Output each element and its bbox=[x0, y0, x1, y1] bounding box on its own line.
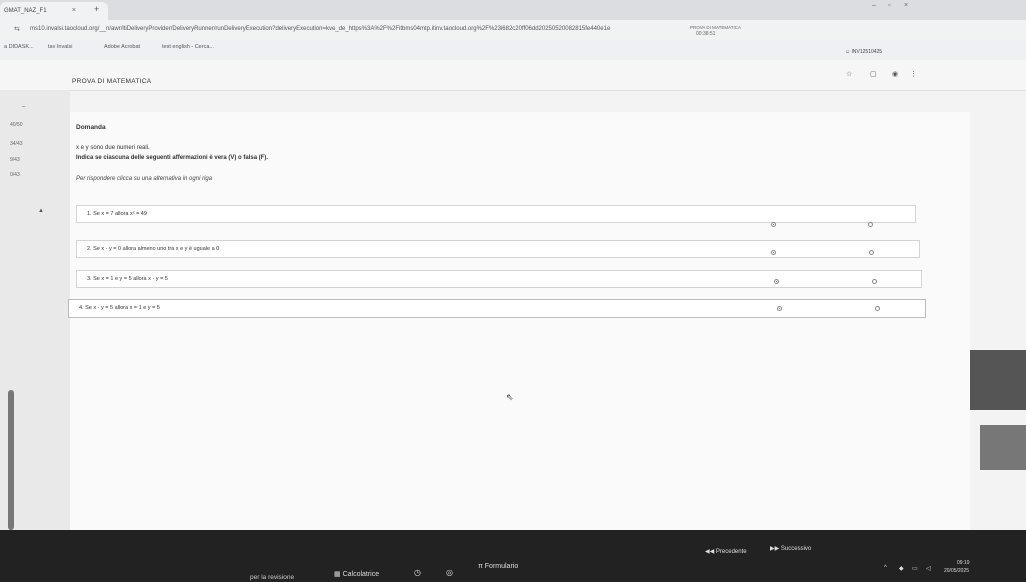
tab-title: GMAT_NAZ_F1 bbox=[4, 8, 47, 14]
collapse-icon[interactable]: – bbox=[22, 104, 25, 110]
background-shadow bbox=[970, 350, 1026, 410]
browser-tab[interactable]: GMAT_NAZ_F1 × bbox=[0, 2, 108, 20]
sidebar-item[interactable]: 0/43 bbox=[10, 172, 20, 178]
clock-date: 20/05/2025 bbox=[944, 568, 970, 574]
tab-close-icon[interactable]: × bbox=[72, 2, 76, 20]
statement-text: 4. Se x · y = 5 allora x = 1 e y = 5 bbox=[79, 305, 160, 311]
address-bar[interactable]: ⇆ ms10.invalsi.taocloud.org/__n/awr/ltiD… bbox=[0, 20, 1026, 40]
pi-icon: π bbox=[478, 563, 485, 570]
answer-row: 2. Se x · y = 0 allora almeno uno tra x … bbox=[76, 240, 920, 258]
timer: 00:38:51 bbox=[696, 31, 716, 37]
site-info-icon[interactable]: ⇆ bbox=[14, 25, 20, 33]
forward-icon: ▶▶ bbox=[770, 546, 781, 552]
review-button[interactable]: per la revisione bbox=[250, 574, 294, 581]
timer-icon[interactable]: ◷ bbox=[414, 568, 421, 577]
question-hint: Per rispondere clicca su una alternativa… bbox=[76, 176, 213, 182]
radio-v-row4[interactable] bbox=[777, 306, 782, 311]
sidebar-item[interactable]: 34/43 bbox=[10, 141, 23, 147]
bookmark-item[interactable]: tav Invalsi bbox=[48, 44, 72, 50]
statement-text: 1. Se x = 7 allora x² = 49 bbox=[87, 211, 147, 217]
calculator-button[interactable]: ▦ Calcolatrice bbox=[334, 570, 379, 578]
sidebar-item[interactable]: 9/43 bbox=[10, 157, 20, 163]
question-intro: x e y sono due numeri reali. bbox=[76, 145, 150, 151]
minimize-icon[interactable]: – bbox=[872, 2, 876, 9]
bookmark-item[interactable]: test english - Cerca... bbox=[162, 44, 214, 50]
sidebar-item[interactable]: 40/50 bbox=[10, 122, 23, 128]
timer-label: PROVA DI MATEMATICA bbox=[690, 25, 742, 30]
nav-up-icon[interactable]: ▲ bbox=[38, 208, 44, 214]
background-shadow bbox=[980, 425, 1026, 470]
tray-chevron-icon[interactable]: ^ bbox=[884, 565, 887, 571]
radio-v-row2[interactable] bbox=[771, 250, 776, 255]
main-content bbox=[70, 112, 970, 530]
student-id: ☺ INV12510425 bbox=[845, 49, 883, 55]
app-footer bbox=[0, 530, 1026, 582]
radio-f-row4[interactable] bbox=[875, 306, 880, 311]
question-instruction: Indica se ciascuna delle seguenti afferm… bbox=[76, 155, 269, 161]
calculator-icon: ▦ bbox=[334, 571, 343, 578]
bookmark-item[interactable]: a DIDASK... bbox=[4, 44, 34, 50]
browser-tabbar: GMAT_NAZ_F1 × + – ▫ × bbox=[0, 0, 1026, 20]
app-title: PROVA DI MATEMATICA bbox=[72, 78, 152, 85]
answer-row: 1. Se x = 7 allora x² = 49 bbox=[76, 205, 916, 223]
answer-row: 4. Se x · y = 5 allora x = 1 e y = 5 bbox=[68, 299, 926, 318]
bookmark-item[interactable]: Adobe Acrobat bbox=[104, 44, 140, 50]
url-text[interactable]: ms10.invalsi.taocloud.org/__n/awr/ltiDel… bbox=[30, 26, 610, 32]
volume-icon[interactable]: ◁ bbox=[926, 565, 931, 572]
sidebar-scrollbar[interactable] bbox=[8, 390, 14, 530]
answer-row: 3. Se x = 1 e y = 5 allora x · y = 5 bbox=[76, 270, 922, 288]
formula-button[interactable]: π Formulario bbox=[478, 563, 518, 570]
network-icon[interactable]: ◆ bbox=[899, 565, 904, 572]
mouse-cursor-icon: ⇖ bbox=[506, 392, 514, 402]
profile-icon[interactable]: ◉ bbox=[892, 70, 898, 78]
radio-f-row2[interactable] bbox=[869, 250, 874, 255]
next-button[interactable]: ▶▶ Successivo bbox=[770, 545, 811, 552]
radio-v-row1[interactable] bbox=[771, 222, 776, 227]
clock-time: 09:19 bbox=[957, 560, 970, 566]
more-menu-icon[interactable]: ⋮ bbox=[910, 70, 917, 78]
previous-button[interactable]: ◀◀ Precedente bbox=[705, 548, 747, 555]
radio-f-row3[interactable] bbox=[872, 279, 877, 284]
sidebar: – ▲ bbox=[0, 90, 70, 530]
close-window-icon[interactable]: × bbox=[904, 2, 908, 9]
radio-f-row1[interactable] bbox=[868, 222, 873, 227]
statement-text: 3. Se x = 1 e y = 5 allora x · y = 5 bbox=[87, 276, 168, 282]
radio-v-row3[interactable] bbox=[774, 279, 779, 284]
rewind-icon: ◀◀ bbox=[705, 549, 716, 555]
question-heading: Domanda bbox=[76, 124, 106, 131]
maximize-icon[interactable]: ▫ bbox=[888, 2, 890, 9]
new-tab-icon[interactable]: + bbox=[94, 4, 99, 14]
display-icon[interactable]: ▭ bbox=[912, 565, 918, 572]
target-icon[interactable]: ◎ bbox=[446, 568, 453, 577]
star-icon[interactable]: ☆ bbox=[846, 70, 852, 78]
tab-menu-icon[interactable]: ▢ bbox=[870, 70, 877, 78]
statement-text: 2. Se x · y = 0 allora almeno uno tra x … bbox=[87, 246, 220, 252]
